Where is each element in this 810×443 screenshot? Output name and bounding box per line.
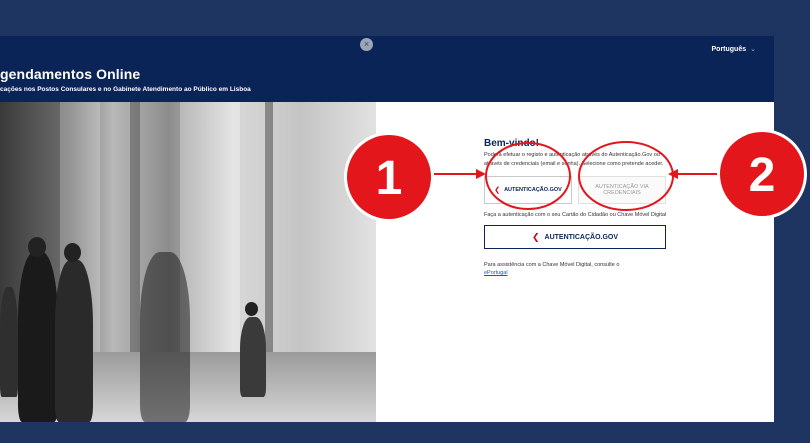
browser-frame: × gendamentos Online cações nos Postos C…: [0, 36, 774, 422]
autgov-description: Faça a autenticação com o seu Cartão do …: [484, 212, 667, 218]
autgov-option-label: AUTENTICAÇÃO.GOV: [504, 187, 562, 193]
chevron-down-icon: ⌄: [750, 46, 756, 53]
autenticacao-gov-icon: ❮: [531, 231, 540, 242]
header-bar: × gendamentos Online cações nos Postos C…: [0, 36, 774, 102]
hero-photo: [0, 102, 376, 422]
intro-text: Poderá efetuar o registo e autenticação …: [484, 152, 664, 167]
login-panel: Bem-vindo! Poderá efetuar o registo e au…: [484, 138, 674, 277]
autgov-login-button[interactable]: ❮ AUTENTICAÇÃO.GOV: [484, 225, 666, 249]
auth-options: ❮ AUTENTICAÇÃO.GOV AUTENTICAÇÃO VIA CRED…: [484, 176, 674, 204]
page-title: gendamentos Online: [0, 66, 141, 82]
help-label: Para assistência com a Chave Móvel Digit…: [484, 262, 620, 268]
language-label: Português: [711, 45, 747, 53]
credentials-option-label-2: CREDENCIAIS: [603, 190, 641, 196]
close-icon[interactable]: ×: [360, 38, 373, 51]
help-text: Para assistência com a Chave Móvel Digit…: [484, 261, 674, 277]
eportugal-link[interactable]: ePortugal: [484, 270, 508, 276]
language-selector[interactable]: Português ⌄: [711, 45, 757, 54]
page-subtitle: cações nos Postos Consulares e no Gabine…: [0, 86, 251, 93]
autenticacao-gov-icon: ❮: [494, 187, 501, 194]
autgov-option-button[interactable]: ❮ AUTENTICAÇÃO.GOV: [484, 176, 572, 204]
welcome-heading: Bem-vindo!: [484, 138, 539, 149]
credentials-option-button[interactable]: AUTENTICAÇÃO VIA CREDENCIAIS: [578, 176, 666, 204]
autgov-login-label: AUTENTICAÇÃO.GOV: [544, 233, 619, 241]
